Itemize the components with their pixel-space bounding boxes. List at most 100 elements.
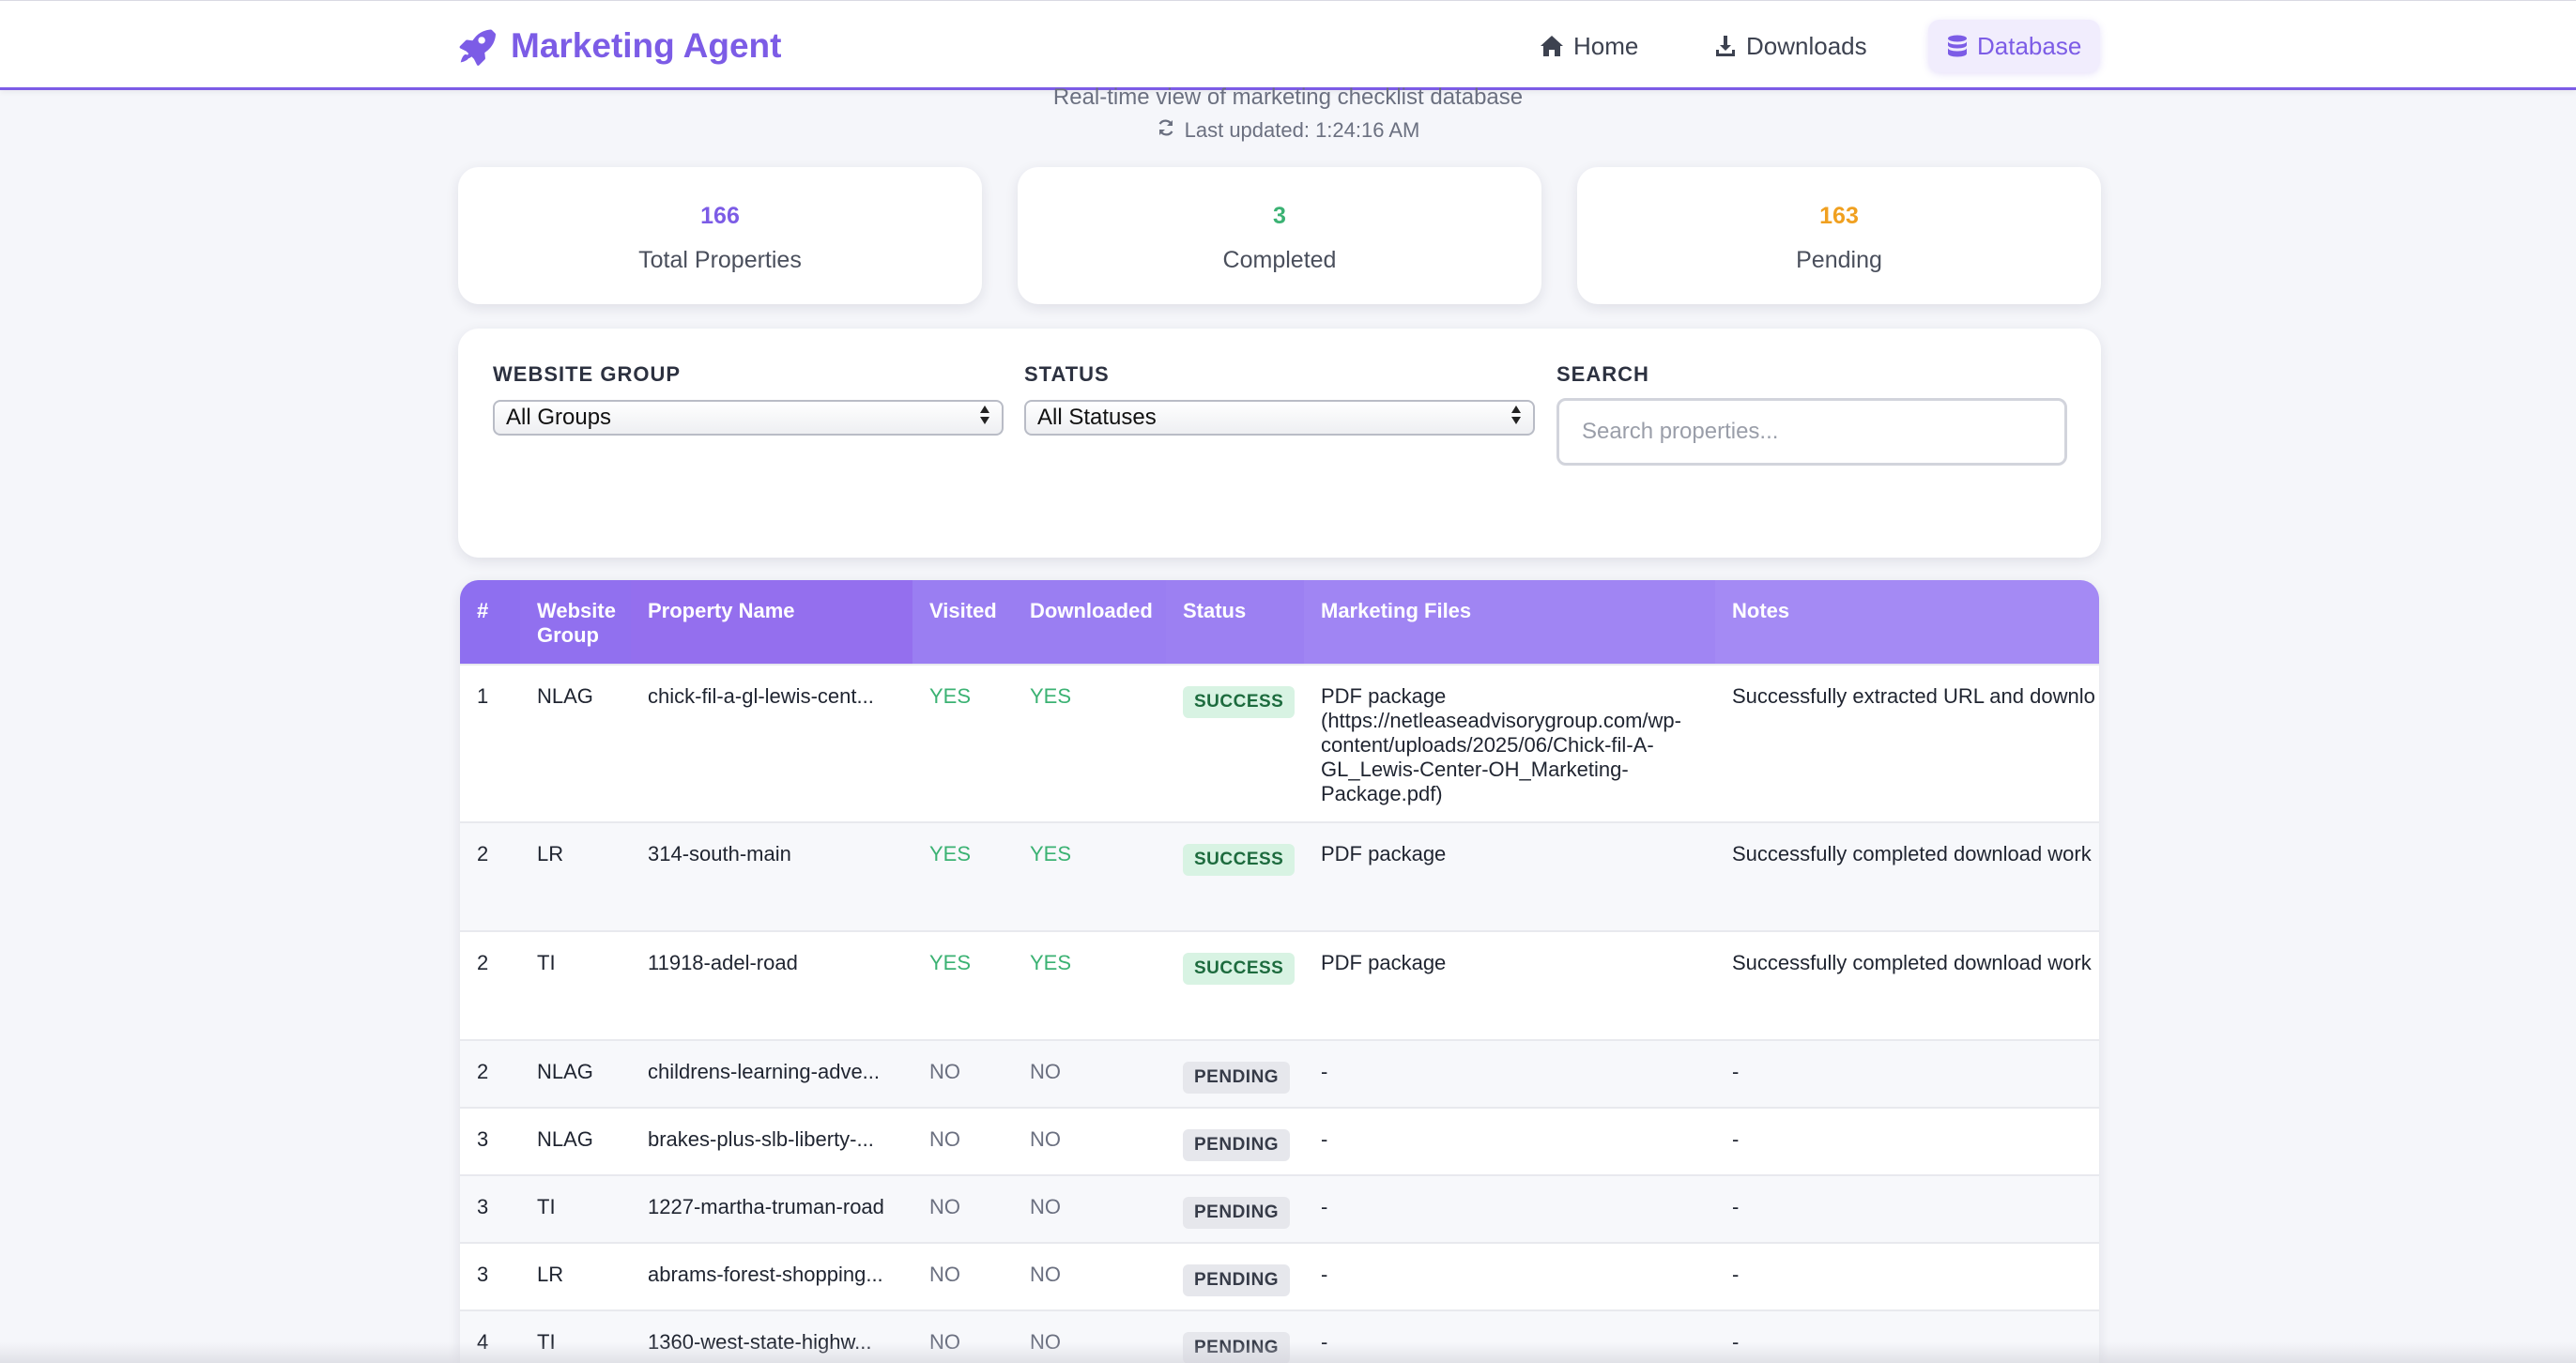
stat-label: Pending (1796, 247, 1882, 273)
status-badge: SUCCESS (1183, 953, 1296, 985)
stats-row: 166 Total Properties 3 Completed 163 Pen… (458, 167, 2101, 304)
page-subtitle: Real-time view of marketing checklist da… (1052, 84, 1524, 110)
website-group-value: All Groups (506, 405, 612, 430)
cell-downloaded: YES (1013, 664, 1166, 822)
cell-visited: NO (912, 1107, 1013, 1175)
brand-title: Marketing Agent (511, 26, 782, 65)
column-header[interactable]: # (460, 580, 520, 665)
cell-marketing-files: PDF package (https://netleaseadvisorygro… (1304, 664, 1715, 822)
column-header[interactable]: Visited (912, 580, 1013, 665)
column-header[interactable]: Downloaded (1013, 580, 1166, 665)
stat-card-completed: 3 Completed (1018, 167, 1541, 304)
stat-label: Total Properties (638, 247, 802, 273)
cell-group: LR (520, 821, 631, 931)
cell-num: 3 (460, 1107, 520, 1175)
table-row[interactable]: 2 LR 314-south-main YES YES SUCCESS PDF … (460, 821, 2099, 931)
cell-property-name: brakes-plus-slb-liberty-... (631, 1107, 912, 1175)
status-badge: PENDING (1183, 1062, 1291, 1094)
table-row[interactable]: 2 NLAG childrens-learning-adve... NO NO … (460, 1039, 2099, 1108)
stat-card-total: 166 Total Properties (458, 167, 982, 304)
table-row[interactable]: 3 NLAG brakes-plus-slb-liberty-... NO NO… (460, 1107, 2099, 1175)
column-header[interactable]: Notes (1715, 580, 2099, 665)
home-icon (1540, 35, 1564, 57)
nav-database[interactable]: Database (1928, 20, 2101, 72)
cell-property-name: abrams-forest-shopping... (631, 1242, 912, 1310)
column-header[interactable]: Marketing Files (1304, 580, 1715, 665)
cell-group: NLAG (520, 664, 631, 822)
cell-num: 1 (460, 664, 520, 822)
cell-downloaded: YES (1013, 821, 1166, 931)
table-row[interactable]: 1 NLAG chick-fil-a-gl-lewis-cent... YES … (460, 664, 2099, 822)
cell-downloaded: YES (1013, 930, 1166, 1040)
cell-marketing-files: - (1304, 1242, 1715, 1310)
cell-visited: NO (912, 1242, 1013, 1310)
cell-num: 3 (460, 1174, 520, 1243)
cell-num: 2 (460, 930, 520, 1040)
cell-marketing-files: - (1304, 1174, 1715, 1243)
cell-group: NLAG (520, 1039, 631, 1108)
select-arrows-icon (979, 405, 990, 432)
status-badge: PENDING (1183, 1264, 1291, 1296)
stat-value: 163 (1819, 203, 1859, 229)
column-header[interactable]: Status (1166, 580, 1304, 665)
brand[interactable]: Marketing Agent (456, 20, 781, 72)
nav-downloads-label: Downloads (1746, 31, 1867, 60)
cell-marketing-files: PDF package (1304, 821, 1715, 931)
cell-visited: NO (912, 1039, 1013, 1108)
refresh-icon[interactable] (1157, 118, 1175, 143)
search-label: SEARCH (1556, 362, 1649, 386)
column-header[interactable]: Website Group (520, 580, 631, 665)
cell-status: SUCCESS (1166, 821, 1304, 931)
website-group-select[interactable]: All Groups (493, 400, 1004, 436)
cell-group: TI (520, 930, 631, 1040)
cell-property-name: 1227-martha-truman-road (631, 1174, 912, 1243)
cell-marketing-files: PDF package (1304, 930, 1715, 1040)
cell-notes: Successfully extracted URL and downlo (1715, 664, 2099, 822)
cell-group: TI (520, 1174, 631, 1243)
cell-downloaded: NO (1013, 1107, 1166, 1175)
cell-notes: Successfully completed download work (1715, 821, 2099, 931)
nav-home-label: Home (1573, 31, 1639, 60)
cell-downloaded: NO (1013, 1242, 1166, 1310)
properties-table: # Website Group Property Name Visited Do… (460, 580, 2099, 1363)
properties-table-container[interactable]: # Website Group Property Name Visited Do… (460, 580, 2099, 1363)
cell-visited: YES (912, 664, 1013, 822)
cell-status: PENDING (1166, 1039, 1304, 1108)
stat-value: 3 (1273, 203, 1286, 229)
cell-downloaded: NO (1013, 1174, 1166, 1243)
cell-notes: - (1715, 1039, 2099, 1108)
cell-marketing-files: - (1304, 1039, 1715, 1108)
cell-property-name: 11918-adel-road (631, 930, 912, 1040)
status-label: STATUS (1024, 362, 1110, 386)
status-value: All Statuses (1037, 405, 1157, 430)
cell-property-name: chick-fil-a-gl-lewis-cent... (631, 664, 912, 822)
cell-visited: YES (912, 821, 1013, 931)
cell-marketing-files: - (1304, 1107, 1715, 1175)
column-header[interactable]: Property Name (631, 580, 912, 665)
last-updated-text: Last updated: 1:24:16 AM (1184, 118, 1420, 142)
cell-visited: NO (912, 1174, 1013, 1243)
cell-property-name: childrens-learning-adve... (631, 1039, 912, 1108)
status-badge: PENDING (1183, 1129, 1291, 1161)
status-filter: STATUS All Statuses (1024, 362, 1535, 436)
table-row[interactable]: 3 TI 1227-martha-truman-road NO NO PENDI… (460, 1174, 2099, 1243)
cell-downloaded: NO (1013, 1039, 1166, 1108)
nav-database-label: Database (1977, 31, 2082, 60)
cell-notes: - (1715, 1242, 2099, 1310)
table-row[interactable]: 2 TI 11918-adel-road YES YES SUCCESS PDF… (460, 930, 2099, 1040)
website-group-label: WEBSITE GROUP (493, 362, 682, 386)
cell-notes: - (1715, 1107, 2099, 1175)
search-input[interactable]: Search properties... (1556, 398, 2067, 466)
cell-group: NLAG (520, 1107, 631, 1175)
search-filter: SEARCH Search properties... (1556, 362, 2067, 466)
status-select[interactable]: All Statuses (1024, 400, 1535, 436)
last-updated: Last updated: 1:24:16 AM (0, 118, 2576, 143)
cell-group: LR (520, 1242, 631, 1310)
website-group-filter: WEBSITE GROUP All Groups (493, 362, 1004, 436)
nav-downloads[interactable]: Downloads (1695, 20, 1886, 72)
top-navbar: Marketing Agent Home Downloads Database (0, 0, 2576, 90)
cell-num: 3 (460, 1242, 520, 1310)
nav-home[interactable]: Home (1521, 20, 1657, 72)
table-row[interactable]: 3 LR abrams-forest-shopping... NO NO PEN… (460, 1242, 2099, 1310)
stat-card-pending: 163 Pending (1577, 167, 2101, 304)
